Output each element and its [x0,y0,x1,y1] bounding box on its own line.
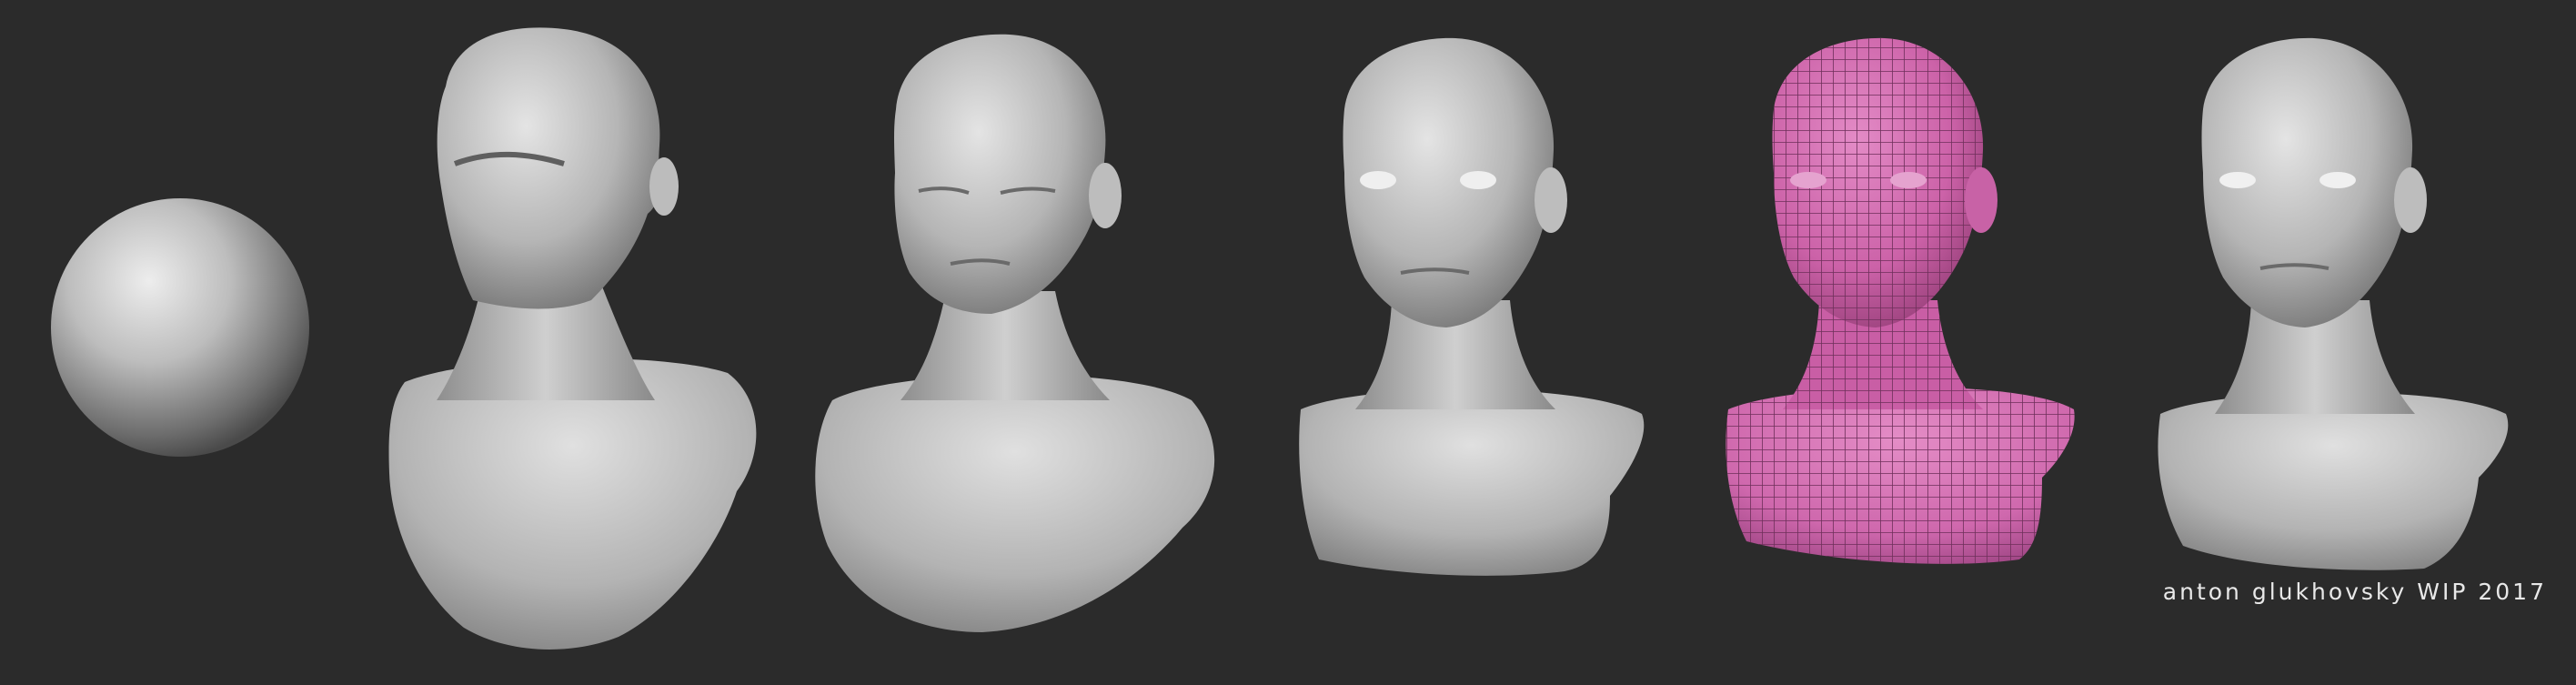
ear-shape [1965,167,1997,233]
ear-shape [1089,163,1122,228]
torso-shape [1299,389,1645,576]
artist-caption: anton glukhovsky WIP 2017 [2162,579,2547,605]
torso-shape [2158,392,2509,570]
stage-detailed-bust [1299,37,1645,576]
head-shape [894,34,1106,314]
left-eye [1360,171,1396,189]
torso-shape [388,358,757,650]
ear-shape [1535,167,1567,233]
left-eye [1790,172,1826,188]
right-eye [2319,172,2356,188]
ear-shape [2394,167,2427,233]
torso-shape [815,374,1215,632]
right-eye [1460,171,1496,189]
left-eye [2219,172,2256,188]
right-eye [1890,172,1927,188]
head-shape [437,27,660,309]
ear-shape [649,157,679,216]
base-sphere [51,198,309,457]
stage-blockout-bust [388,27,757,650]
stage-final-bust [2158,37,2509,570]
stage-refined-bust [815,34,1215,632]
torso-mesh [1726,387,2075,564]
stage-retopology-bust [1726,37,2075,564]
stage-sphere [51,198,309,457]
